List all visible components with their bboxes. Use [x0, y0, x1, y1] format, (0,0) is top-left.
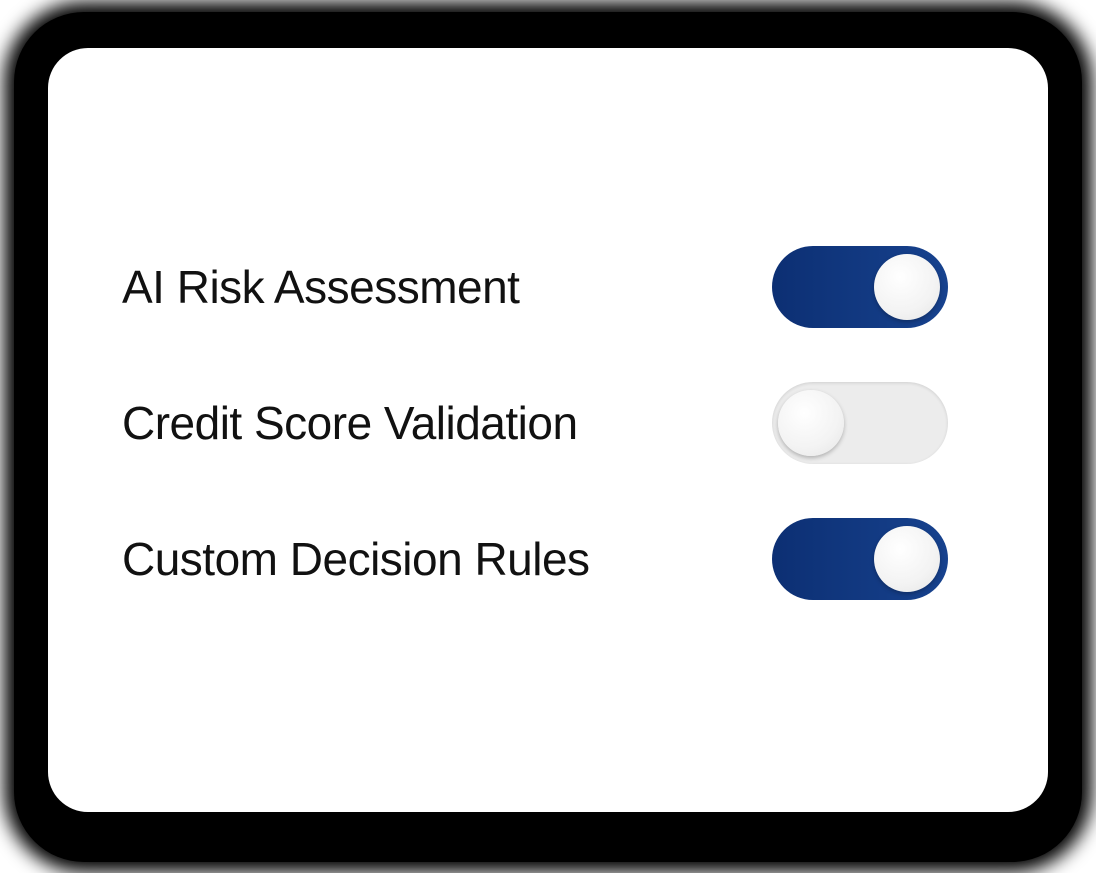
setting-label: Credit Score Validation	[122, 397, 578, 449]
settings-card: AI Risk Assessment Credit Score Validati…	[48, 48, 1048, 812]
toggle-knob	[778, 390, 844, 456]
setting-label: AI Risk Assessment	[122, 261, 520, 313]
setting-row-ai-risk-assessment: AI Risk Assessment	[122, 246, 948, 328]
credit-score-validation-toggle[interactable]	[772, 382, 948, 464]
setting-label: Custom Decision Rules	[122, 533, 590, 585]
setting-row-credit-score-validation: Credit Score Validation	[122, 382, 948, 464]
toggle-knob	[874, 254, 940, 320]
ai-risk-assessment-toggle[interactable]	[772, 246, 948, 328]
toggle-knob	[874, 526, 940, 592]
custom-decision-rules-toggle[interactable]	[772, 518, 948, 600]
setting-row-custom-decision-rules: Custom Decision Rules	[122, 518, 948, 600]
